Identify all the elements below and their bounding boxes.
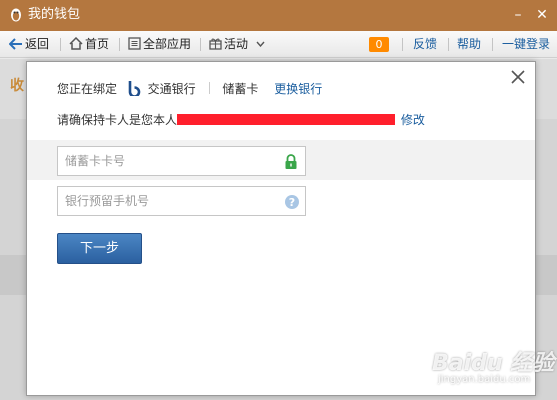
next-step-button[interactable]: 下一步 bbox=[57, 233, 142, 264]
change-bank-link[interactable]: 更换银行 bbox=[274, 82, 322, 96]
back-arrow-icon bbox=[8, 38, 22, 50]
card-type: 储蓄卡 bbox=[222, 82, 259, 96]
background-glyph: 收 bbox=[10, 78, 24, 94]
minimize-button[interactable]: – bbox=[507, 4, 529, 26]
toolbar-divider bbox=[60, 38, 61, 51]
modify-link[interactable]: 修改 bbox=[401, 113, 425, 127]
watermark-logo: Baidu 经验 bbox=[432, 351, 555, 376]
window-title: 我的钱包 bbox=[28, 7, 81, 22]
home-icon bbox=[69, 36, 83, 50]
window-titlebar: 我的钱包 – ✕ bbox=[0, 0, 557, 31]
holder-info-row: 请确保持卡人是您本人 修改 bbox=[57, 111, 425, 129]
one-click-login-link[interactable]: 一键登录 bbox=[502, 31, 550, 58]
feedback-link[interactable]: 反馈 bbox=[413, 31, 437, 58]
watermark-url: jingyan.baidu.com bbox=[438, 374, 531, 385]
activity-label: 活动 bbox=[224, 37, 249, 51]
toolbar-divider bbox=[200, 38, 201, 51]
lock-icon bbox=[285, 154, 297, 169]
redacted-name bbox=[177, 114, 396, 125]
card-number-input[interactable] bbox=[58, 147, 268, 175]
binding-info-row: 您正在绑定 交通银行 储蓄卡 更换银行 bbox=[57, 80, 322, 98]
help-link[interactable]: 帮助 bbox=[457, 31, 481, 58]
svg-text:?: ? bbox=[289, 196, 295, 209]
all-apps-label: 全部应用 bbox=[143, 37, 192, 51]
close-window-button[interactable]: ✕ bbox=[531, 4, 553, 26]
apps-list-icon bbox=[128, 37, 141, 50]
toolbar-divider bbox=[402, 38, 403, 51]
info-divider bbox=[208, 82, 210, 94]
card-number-field[interactable] bbox=[57, 146, 306, 176]
qq-penguin-icon bbox=[11, 8, 21, 22]
bocom-logo-icon bbox=[128, 81, 141, 96]
back-button[interactable]: 返回 bbox=[8, 31, 50, 58]
phone-input[interactable] bbox=[58, 187, 268, 215]
back-label: 返回 bbox=[25, 37, 50, 51]
binding-prefix: 您正在绑定 bbox=[57, 82, 118, 96]
chevron-down-icon bbox=[256, 41, 265, 48]
all-apps-button[interactable]: 全部应用 bbox=[128, 31, 191, 58]
help-question-icon[interactable]: ? bbox=[284, 194, 300, 210]
home-label: 首页 bbox=[85, 37, 110, 51]
bank-name: 交通银行 bbox=[147, 82, 196, 96]
toolbar: 返回 首页 全部应用 活动 0 反馈 帮助 一键登录 bbox=[0, 31, 557, 58]
toolbar-divider bbox=[448, 38, 449, 51]
holder-prefix: 请确保持卡人是您本人 bbox=[57, 113, 178, 127]
close-icon[interactable] bbox=[509, 68, 527, 86]
phone-field[interactable]: ? bbox=[57, 186, 306, 216]
toolbar-divider bbox=[119, 38, 120, 51]
gift-icon bbox=[209, 38, 222, 50]
activity-menu[interactable]: 活动 bbox=[209, 31, 267, 58]
notification-badge[interactable]: 0 bbox=[369, 37, 389, 52]
home-button[interactable]: 首页 bbox=[69, 31, 109, 58]
toolbar-divider bbox=[492, 38, 493, 51]
